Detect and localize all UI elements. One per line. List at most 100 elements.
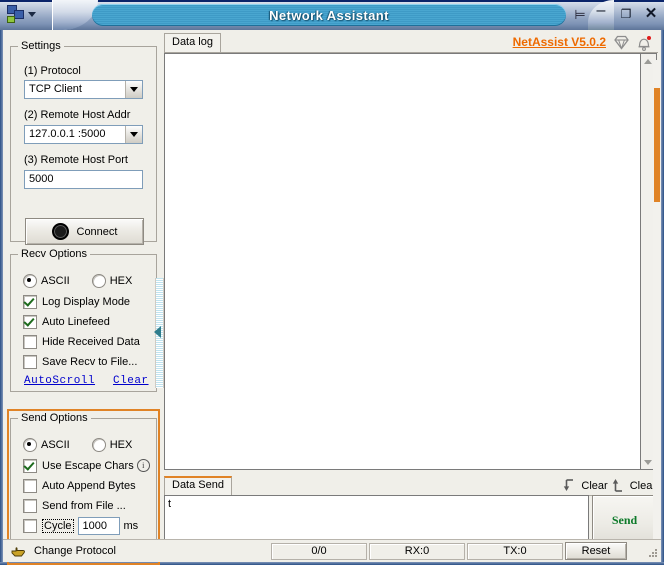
autoscroll-link[interactable]: AutoScroll [24, 375, 95, 387]
netassist-brand-link[interactable]: NetAssist V5.0.2 [513, 35, 606, 49]
recv-options-group: Recv Options ASCII HEX Log Display Mode [10, 248, 157, 392]
datasend-textarea[interactable]: t [164, 495, 589, 543]
title-bar-top-edge [0, 0, 664, 2]
checkbox-icon [23, 354, 37, 369]
remote-host-port-input[interactable]: 5000 [24, 170, 143, 189]
send-hex-radio[interactable]: HEX [91, 436, 133, 453]
send-options-group: Send Options ASCII HEX Use Escape Chars … [10, 412, 157, 560]
settings-legend: Settings [21, 40, 61, 52]
status-ratio-cell: 0/0 [271, 542, 367, 560]
clear-recv-button[interactable]: Clear [563, 478, 608, 493]
recv-ascii-label: ASCII [41, 274, 70, 287]
cycle-interval-input[interactable]: 1000 [77, 516, 120, 535]
resize-grip[interactable] [645, 547, 658, 560]
application-window: Network Assistant ⊨ – ❐ ✕ Settings (1) P… [0, 0, 664, 565]
right-panel: Data log NetAssist V5.0.2 Data Send Clea… [164, 33, 658, 558]
radio-icon [91, 273, 106, 288]
left-panel: Settings (1) Protocol TCP Client (2) Rem… [7, 34, 160, 565]
reset-button[interactable]: Reset [565, 542, 627, 560]
close-button[interactable]: ✕ [644, 6, 658, 21]
remote-host-addr-select[interactable]: 127.0.0.1 :5000 [24, 125, 143, 144]
chevron-down-icon[interactable] [28, 11, 36, 17]
info-icon[interactable]: i [136, 459, 150, 472]
bell-notification-icon[interactable] [636, 35, 653, 51]
recv-checkbox-save-recv-to-file[interactable]: Save Recv to File... [23, 353, 137, 370]
diamond-icon[interactable] [613, 35, 630, 50]
recv-checkbox-hide-received-data[interactable]: Hide Received Data [23, 333, 140, 350]
chevron-down-icon[interactable] [125, 81, 142, 98]
status-bar: Change Protocol 0/0 RX:0 TX:0 Reset [3, 539, 661, 562]
send-checkbox-auto-append-bytes[interactable]: Auto Append Bytes [23, 477, 136, 494]
checkbox-icon [23, 498, 37, 513]
network-app-icon [6, 5, 24, 23]
protocol-label: (1) Protocol [24, 65, 81, 77]
window-menu-area[interactable] [6, 3, 56, 25]
title-bar: Network Assistant ⊨ – ❐ ✕ [0, 0, 664, 30]
arrow-down-corner-icon [564, 479, 574, 491]
window-title: Network Assistant [269, 7, 389, 23]
status-tx-cell: TX:0 [467, 542, 563, 560]
client-area: Settings (1) Protocol TCP Client (2) Rem… [3, 30, 661, 565]
send-hex-label: HEX [109, 438, 133, 451]
change-protocol-button[interactable]: Change Protocol [3, 544, 271, 558]
remote-host-addr-value: 127.0.0.1 :5000 [29, 128, 106, 140]
recv-hex-label: HEX [109, 274, 133, 287]
clear-buttons-area: Clear Clear [563, 476, 656, 495]
cycle-unit-label: ms [123, 519, 139, 532]
datalog-tabstrip: Data log NetAssist V5.0.2 [164, 33, 658, 53]
recv-checkbox-auto-linefeed[interactable]: Auto Linefeed [23, 313, 110, 330]
send-cycle-row: Cycle 1000 ms [23, 516, 139, 535]
hand-pointer-icon [11, 544, 27, 558]
connect-status-icon [51, 223, 69, 240]
tab-data-log[interactable]: Data log [164, 33, 221, 52]
settings-group: Settings (1) Protocol TCP Client (2) Rem… [10, 40, 157, 245]
recv-checkbox-label: Save Recv to File... [42, 355, 138, 368]
title-bar-pill: Network Assistant [92, 4, 566, 26]
panel-collapse-splitter[interactable] [153, 278, 164, 388]
recv-checkbox-log-display-mode[interactable]: Log Display Mode [23, 293, 130, 310]
send-ascii-label: ASCII [41, 438, 70, 451]
clear-recv-label: Clear [581, 479, 608, 492]
send-checkbox-send-from-file[interactable]: Send from File ... [23, 497, 126, 514]
minimize-button[interactable]: – [594, 3, 608, 19]
remote-host-addr-label: (2) Remote Host Addr [24, 109, 131, 121]
radio-icon [23, 273, 37, 288]
cycle-label[interactable]: Cycle [42, 518, 74, 533]
send-button[interactable]: Send [592, 495, 657, 545]
checkbox-icon [23, 314, 37, 329]
arrow-up-corner-icon [612, 479, 622, 492]
send-options-legend: Send Options [21, 412, 88, 424]
connect-button[interactable]: Connect [25, 218, 144, 245]
recv-checkbox-label: Hide Received Data [42, 335, 140, 348]
scrollbar-thumb[interactable] [654, 88, 660, 202]
send-ascii-radio[interactable]: ASCII [23, 436, 70, 453]
recv-ascii-radio[interactable]: ASCII [23, 272, 70, 289]
send-checkbox-label: Use Escape Chars [42, 459, 134, 472]
checkbox-icon [23, 478, 37, 493]
checkbox-icon [23, 458, 37, 473]
window-vertical-scrollbar[interactable] [653, 60, 661, 560]
send-checkbox-label: Send from File ... [42, 499, 126, 512]
checkbox-icon[interactable] [23, 518, 37, 533]
checkbox-icon [23, 334, 37, 349]
pin-window-icon[interactable]: ⊨ [572, 7, 588, 23]
clear-send-button[interactable]: Clear [612, 478, 656, 493]
radio-icon [91, 437, 106, 452]
send-checkbox-use-escape-chars[interactable]: Use Escape Chars i [23, 457, 150, 474]
send-checkbox-label: Auto Append Bytes [42, 479, 136, 492]
maximize-button[interactable]: ❐ [619, 7, 633, 21]
protocol-select[interactable]: TCP Client [24, 80, 143, 99]
change-protocol-label: Change Protocol [34, 545, 116, 557]
status-rx-cell: RX:0 [369, 542, 465, 560]
recv-hex-radio[interactable]: HEX [91, 272, 133, 289]
recv-checkbox-label: Log Display Mode [42, 295, 131, 308]
chevron-left-icon[interactable] [154, 326, 161, 338]
radio-icon [23, 437, 37, 452]
chevron-down-icon[interactable] [125, 126, 142, 143]
recv-clear-link[interactable]: Clear [113, 375, 149, 387]
connect-button-label: Connect [76, 225, 118, 238]
remote-host-port-label: (3) Remote Host Port [24, 154, 128, 166]
tab-data-send[interactable]: Data Send [164, 476, 232, 495]
datalog-textarea[interactable] [164, 53, 641, 470]
checkbox-icon [23, 294, 37, 309]
